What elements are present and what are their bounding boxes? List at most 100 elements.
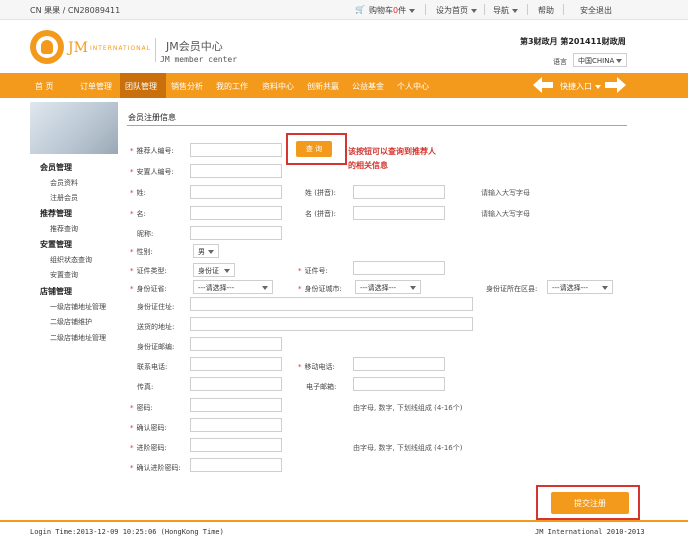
sidebar-item-register[interactable]: 注册会员 <box>50 193 78 203</box>
password-input[interactable] <box>190 398 282 412</box>
language-select[interactable]: 中国CHINA <box>573 53 627 67</box>
team-photo <box>30 102 118 154</box>
query-button[interactable]: 查 询 <box>296 141 332 157</box>
name-input[interactable] <box>190 206 282 220</box>
placement-label: * 安置人编号: <box>130 168 174 176</box>
nav-dropdown[interactable]: 导航 <box>493 5 518 16</box>
nav-personal[interactable]: 个人中心 <box>397 81 429 92</box>
form-title-rule <box>127 125 627 126</box>
name-hint: 请输入大写字母 <box>481 210 530 218</box>
phone-input[interactable] <box>190 357 282 371</box>
confirm-password-input[interactable] <box>190 418 282 432</box>
gender-label: * 性别: <box>130 248 153 256</box>
id-province-select[interactable]: ---请选择--- <box>193 280 273 294</box>
sidebar-item-store-l2[interactable]: 二级店铺维护 <box>50 317 92 327</box>
id-type-select[interactable]: 身份证 <box>193 263 235 277</box>
sidebar-item-org-status[interactable]: 组织状态查询 <box>50 255 92 265</box>
nickname-input[interactable] <box>190 226 282 240</box>
nav-home[interactable]: 首 页 <box>35 81 54 92</box>
id-number-input[interactable] <box>353 261 445 275</box>
logo-sub: INTERNATIONAL <box>90 45 152 52</box>
sidebar-item-placement-query[interactable]: 安置查询 <box>50 270 78 280</box>
quick-entry-dropdown[interactable]: 快捷入口 <box>560 81 601 92</box>
name-pinyin-input[interactable] <box>353 206 445 220</box>
email-label: 电子邮箱: <box>306 383 337 391</box>
surname-input[interactable] <box>190 185 282 199</box>
name-pinyin-label: 名 (拼音): <box>305 210 337 218</box>
page-subtitle: JM member center <box>160 55 238 64</box>
nav-resources[interactable]: 资料中心 <box>262 81 294 92</box>
nav-orders[interactable]: 订单管理 <box>80 81 112 92</box>
logout-link[interactable]: 安全退出 <box>580 5 612 16</box>
logo-text: JM <box>68 40 88 56</box>
password-label: * 密码: <box>130 404 153 412</box>
sidebar-item-store-l2-addr[interactable]: 二级店铺地址管理 <box>50 333 106 343</box>
placement-input[interactable] <box>190 164 282 178</box>
nav-innovation[interactable]: 创新共赢 <box>307 81 339 92</box>
submit-button[interactable]: 提交注册 <box>551 492 629 514</box>
fax-input[interactable] <box>190 377 282 391</box>
copyright: JM International 2010-2013 <box>535 528 645 536</box>
footer <box>0 520 688 554</box>
password-hint: 由字母, 数字, 下划线组成 (4-16个) <box>353 404 463 412</box>
phone-label: 联系电话: <box>137 363 168 371</box>
sidebar-group-member[interactable]: 会员管理 <box>40 162 72 173</box>
nav-sales[interactable]: 销售分析 <box>171 81 203 92</box>
id-province-label: * 身份证省: <box>130 285 167 293</box>
recommender-label: * 推荐人编号: <box>130 147 174 155</box>
surname-pinyin-label: 姓 (拼音): <box>305 189 337 197</box>
sidebar-group-store[interactable]: 店铺管理 <box>40 286 72 297</box>
surname-hint: 请输入大写字母 <box>481 189 530 197</box>
id-address-input[interactable] <box>190 297 473 311</box>
language-label: 语言 <box>553 58 567 66</box>
name-label: * 名: <box>130 210 146 218</box>
help-link[interactable]: 帮助 <box>538 5 554 16</box>
fax-label: 传真: <box>137 383 154 391</box>
id-postcode-input[interactable] <box>190 337 282 351</box>
arrow-right-icon[interactable] <box>605 77 627 94</box>
cart-icon[interactable]: 🛒 <box>355 5 365 14</box>
email-input[interactable] <box>353 377 445 391</box>
confirm-password-label: * 确认密码: <box>130 424 167 432</box>
id-city-select[interactable]: ---请选择--- <box>355 280 421 294</box>
surname-label: * 姓: <box>130 189 146 197</box>
mobile-label: * 移动电话: <box>298 363 335 371</box>
delivery-address-input[interactable] <box>190 317 473 331</box>
delivery-address-label: 送货的地址: <box>137 323 175 331</box>
sidebar-item-store-l1[interactable]: 一级店铺地址管理 <box>50 302 106 312</box>
advanced-password-hint: 由字母, 数字, 下划线组成 (4-16个) <box>353 444 463 452</box>
sidebar-group-placement[interactable]: 安置管理 <box>40 239 72 250</box>
account-label: CN 果果 / CN28089411 <box>30 6 121 15</box>
sidebar-item-member-info[interactable]: 会员资料 <box>50 178 78 188</box>
arrow-left-icon[interactable] <box>533 77 553 94</box>
id-district-label: 身份证所在区县: <box>486 285 538 293</box>
advanced-password-label: * 进阶密码: <box>130 444 167 452</box>
gender-select[interactable]: 男 <box>193 244 219 258</box>
recommender-input[interactable] <box>190 143 282 157</box>
nav-team[interactable]: 团队管理 <box>125 81 157 92</box>
confirm-advanced-password-input[interactable] <box>190 458 282 472</box>
set-homepage-link[interactable]: 设为首页 <box>436 5 477 16</box>
id-city-label: * 身份证城市: <box>298 285 342 293</box>
nav-work[interactable]: 我的工作 <box>216 81 248 92</box>
advanced-password-input[interactable] <box>190 438 282 452</box>
page-title: JM会员中心 <box>166 40 223 53</box>
confirm-advanced-password-label: * 确认进阶密码: <box>130 464 181 472</box>
nav-charity[interactable]: 公益基金 <box>352 81 384 92</box>
id-type-label: * 证件类型: <box>130 267 167 275</box>
fiscal-period: 第3财政月 第201411财政周 <box>520 37 626 46</box>
surname-pinyin-input[interactable] <box>353 185 445 199</box>
sidebar-item-recommend-query[interactable]: 推荐查询 <box>50 224 78 234</box>
nickname-label: 昵称: <box>137 230 154 238</box>
cart-link[interactable]: 购物车0件 <box>369 5 416 16</box>
query-annotation: 该按钮可以查询到推荐人的相关信息 <box>348 147 436 170</box>
form-title: 会员注册信息 <box>128 113 176 122</box>
id-number-label: * 证件号: <box>298 267 328 275</box>
logo-icon <box>30 30 64 64</box>
id-address-label: 身份证住址: <box>137 303 175 311</box>
top-bar: CN 果果 / CN28089411 🛒 购物车0件 设为首页 导航 帮助 安全… <box>0 0 688 20</box>
id-district-select[interactable]: ---请选择--- <box>547 280 613 294</box>
mobile-input[interactable] <box>353 357 445 371</box>
sidebar-group-recommend[interactable]: 推荐管理 <box>40 208 72 219</box>
login-time: Login Time:2013-12-09 10:25:06 (HongKong… <box>30 528 224 536</box>
